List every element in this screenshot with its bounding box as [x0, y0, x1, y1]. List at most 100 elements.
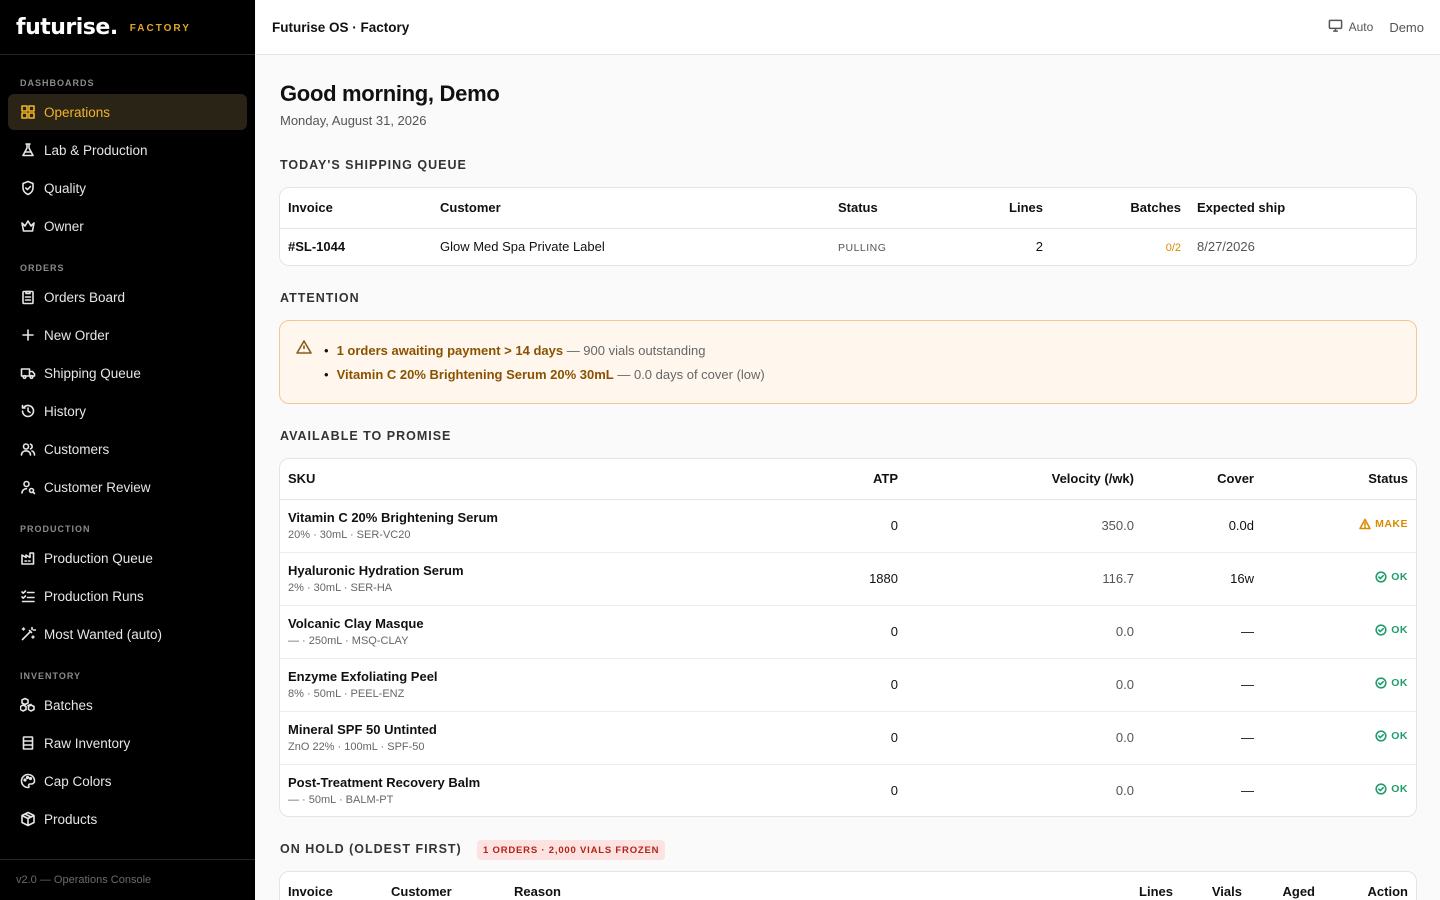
nav-section-production: PRODUCTION [20, 524, 91, 534]
flask-icon [20, 142, 36, 158]
main-content: Good morning, Demo Monday, August 31, 20… [256, 56, 1440, 900]
sidebar-item-products[interactable]: Products [8, 801, 247, 837]
sidebar-item-customer-review[interactable]: Customer Review [8, 469, 247, 505]
sku-name[interactable]: Vitamin C 20% Brightening Serum [288, 510, 732, 525]
attention-panel: 1 orders awaiting payment > 14 days — 90… [279, 320, 1417, 404]
column-header[interactable]: Cover [1142, 459, 1262, 500]
sidebar-item-label: History [44, 403, 87, 419]
sidebar-item-production-queue[interactable]: Production Queue [8, 540, 247, 576]
alert-link[interactable]: Vitamin C 20% Brightening Serum 20% 30mL [337, 367, 614, 382]
table-row[interactable]: Volcanic Clay Masque — · 250mL · MSQ-CLAY… [280, 605, 1416, 659]
table-row[interactable]: Enzyme Exfoliating Peel 8% · 50mL · PEEL-… [280, 658, 1416, 712]
column-header[interactable]: Invoice [280, 872, 383, 900]
column-header[interactable]: Velocity (/wk) [906, 459, 1142, 500]
alert-link[interactable]: 1 orders awaiting payment > 14 days [337, 343, 564, 358]
sidebar-item-label: Orders Board [44, 289, 126, 305]
alert-item: 1 orders awaiting payment > 14 days — 90… [324, 343, 765, 367]
display-mode-toggle[interactable]: Auto [1328, 18, 1373, 36]
column-header[interactable]: Lines [950, 188, 1051, 229]
sku-cell: Post-Treatment Recovery Balm — · 50mL · B… [280, 764, 740, 816]
section-title-attention: ATTENTION [280, 291, 360, 305]
column-header[interactable]: Aged [1250, 872, 1323, 900]
table-row[interactable]: Post-Treatment Recovery Balm — · 50mL · B… [280, 764, 1416, 816]
user-review-icon [20, 479, 36, 495]
sidebar-item-operations[interactable]: Operations [8, 94, 247, 130]
sidebar-item-production-runs[interactable]: Production Runs [8, 578, 247, 614]
sidebar-item-batches[interactable]: Batches [8, 687, 247, 723]
sku-name[interactable]: Hyaluronic Hydration Serum [288, 563, 732, 578]
sku-cell: Mineral SPF 50 Untinted ZnO 22% · 100mL ·… [280, 711, 740, 765]
brand-logo[interactable]: futurise. [16, 15, 118, 40]
nav-section-orders: ORDERS [20, 263, 65, 273]
sidebar-footer: v2.0 — Operations Console [0, 859, 255, 900]
sku-cell: Volcanic Clay Masque — · 250mL · MSQ-CLAY [280, 605, 740, 659]
column-header[interactable]: ATP [740, 459, 906, 500]
column-header[interactable]: Vials [1181, 872, 1250, 900]
sidebar-item-label: Batches [44, 697, 93, 713]
column-header[interactable]: Status [1262, 459, 1416, 500]
sku-name[interactable]: Mineral SPF 50 Untinted [288, 722, 732, 737]
sidebar-item-lab-production[interactable]: Lab & Production [8, 132, 247, 168]
atp-table: SKU ATP Velocity (/wk) Cover Status Vita… [279, 458, 1417, 817]
users-icon [20, 441, 36, 457]
plus-icon [20, 327, 36, 343]
palette-icon [20, 773, 36, 789]
velocity-cell: 0.0 [906, 711, 1142, 765]
table-row[interactable]: #SL-1044 Glow Med Spa Private Label PULL… [280, 228, 1416, 264]
table-row[interactable]: Vitamin C 20% Brightening Serum 20% · 30m… [280, 499, 1416, 553]
column-header[interactable]: Status [830, 188, 950, 229]
column-header[interactable]: Customer [383, 872, 506, 900]
column-header[interactable]: Expected ship [1189, 188, 1416, 229]
sidebar-nav: DASHBOARDS Operations Lab & Production Q… [0, 55, 255, 837]
status-label: OK [1391, 677, 1408, 689]
sidebar-item-history[interactable]: History [8, 393, 247, 429]
column-header[interactable]: Reason [506, 872, 1066, 900]
status-label: OK [1391, 624, 1408, 636]
table-row[interactable]: Mineral SPF 50 Untinted ZnO 22% · 100mL ·… [280, 711, 1416, 765]
column-header[interactable]: Customer [432, 188, 830, 229]
sidebar-item-most-wanted[interactable]: Most Wanted (auto) [8, 616, 247, 652]
user-menu[interactable]: Demo [1389, 20, 1424, 35]
sku-cell: Vitamin C 20% Brightening Serum 20% · 30m… [280, 499, 740, 553]
status-badge: PULLING [838, 241, 887, 254]
atp-cell: 1880 [740, 552, 906, 606]
cover-cell: — [1142, 658, 1262, 712]
sku-meta: — · 50mL · BALM-PT [288, 794, 394, 807]
crown-icon [20, 218, 36, 234]
invoice-link[interactable]: #SL-1044 [280, 228, 432, 264]
sidebar-item-quality[interactable]: Quality [8, 170, 247, 206]
warning-icon [296, 339, 312, 355]
sku-cell: Enzyme Exfoliating Peel 8% · 50mL · PEEL-… [280, 658, 740, 712]
velocity-cell: 0.0 [906, 605, 1142, 659]
column-header[interactable]: Invoice [280, 188, 432, 229]
sidebar-item-customers[interactable]: Customers [8, 431, 247, 467]
section-title-hold: ON HOLD (OLDEST FIRST) [280, 842, 462, 856]
sidebar-item-label: New Order [44, 327, 110, 343]
sidebar-item-label: Production Queue [44, 550, 153, 566]
sku-meta: 2% · 30mL · SER-HA [288, 582, 393, 594]
column-header[interactable]: Batches [1051, 188, 1189, 229]
sidebar-item-new-order[interactable]: New Order [8, 317, 247, 353]
table-header-row: Invoice Customer Status Lines Batches Ex… [280, 188, 1416, 229]
sku-meta: — · 250mL · MSQ-CLAY [288, 635, 409, 647]
nav-section-inventory: INVENTORY [20, 671, 82, 681]
column-header[interactable]: SKU [280, 459, 740, 500]
sidebar-item-owner[interactable]: Owner [8, 208, 247, 244]
sidebar-item-raw-inventory[interactable]: Raw Inventory [8, 725, 247, 761]
sku-name[interactable]: Post-Treatment Recovery Balm [288, 775, 732, 790]
brand: futurise. FACTORY [0, 0, 255, 55]
sidebar-item-shipping-queue[interactable]: Shipping Queue [8, 355, 247, 391]
status-badge: OK [1375, 783, 1408, 795]
table-row[interactable]: Hyaluronic Hydration Serum 2% · 30mL · SE… [280, 552, 1416, 606]
sku-name[interactable]: Enzyme Exfoliating Peel [288, 669, 732, 684]
column-header[interactable]: Action [1323, 872, 1416, 900]
column-header[interactable]: Lines [1066, 872, 1181, 900]
velocity-cell: 350.0 [906, 499, 1142, 553]
sidebar-item-orders-board[interactable]: Orders Board [8, 279, 247, 315]
boxes-icon [20, 697, 36, 713]
cover-cell: — [1241, 783, 1254, 799]
sku-name[interactable]: Volcanic Clay Masque [288, 616, 732, 631]
sidebar-item-label: Customer Review [44, 479, 151, 495]
sidebar-item-cap-colors[interactable]: Cap Colors [8, 763, 247, 799]
truck-icon [20, 365, 36, 381]
